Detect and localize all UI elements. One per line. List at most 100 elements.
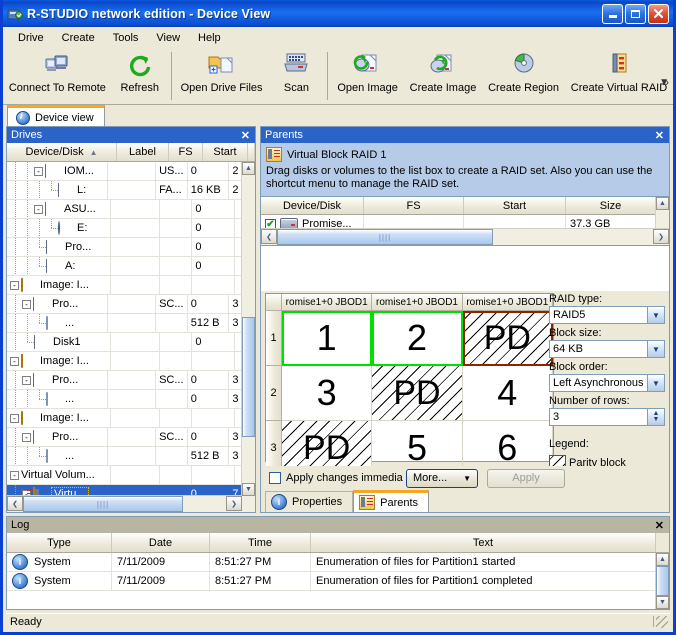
tab-device-view[interactable]: Device view: [7, 105, 105, 127]
table-row[interactable]: Disk10: [7, 333, 242, 352]
menu-drive[interactable]: Drive: [9, 30, 53, 46]
log-close-icon[interactable]: ✕: [653, 519, 666, 532]
column-size[interactable]: [248, 143, 255, 161]
connect-to-remote-button[interactable]: Connect To Remote: [3, 48, 112, 104]
drive-name-cell[interactable]: -Pro...: [7, 428, 108, 446]
drives-scroll-down-button[interactable]: ▼: [242, 483, 255, 496]
table-row[interactable]: -Image: I...: [7, 409, 242, 428]
tree-expander-icon[interactable]: -: [10, 281, 19, 290]
drives-scroll-right-button[interactable]: ❯: [226, 496, 242, 511]
parents-hscroll-track[interactable]: ||||: [277, 229, 653, 245]
drive-name-cell[interactable]: E:: [7, 219, 111, 237]
drive-name-cell[interactable]: ...: [7, 314, 108, 332]
drive-name-cell[interactable]: A:: [7, 257, 111, 275]
raid-grid-row-header[interactable]: 2: [266, 366, 282, 421]
tree-expander-icon[interactable]: -: [10, 357, 19, 366]
table-row[interactable]: ...512 B3: [7, 447, 242, 466]
drives-scroll-thumb[interactable]: [242, 317, 255, 437]
parents-column-start[interactable]: Start: [464, 197, 566, 214]
log-row[interactable]: iSystem7/11/20098:51:27 PMEnumeration of…: [7, 553, 656, 572]
tree-expander-icon[interactable]: -: [10, 471, 19, 480]
table-row[interactable]: A:0: [7, 257, 242, 276]
table-row[interactable]: -Pro...SC...03: [7, 428, 242, 447]
spinner-arrows-icon[interactable]: ▲ ▼: [647, 409, 664, 425]
table-row[interactable]: ...03: [7, 390, 242, 409]
drives-hscroll-thumb[interactable]: ||||: [23, 496, 183, 512]
more-button[interactable]: More... ▼: [406, 469, 478, 488]
raid-grid-column-header[interactable]: romise1+0 JBOD1: [282, 294, 372, 311]
apply-button[interactable]: Apply: [487, 469, 565, 488]
chevron-down-icon-3[interactable]: ▼: [647, 375, 664, 391]
table-row[interactable]: Pro...0: [7, 238, 242, 257]
raid-type-select[interactable]: RAID5 ▼: [549, 306, 665, 324]
column-start[interactable]: Start: [203, 143, 248, 161]
table-row[interactable]: -Pro...SC...03: [7, 371, 242, 390]
raid-grid-cell[interactable]: 1: [282, 311, 372, 366]
menu-help[interactable]: Help: [189, 30, 230, 46]
maximize-button[interactable]: [625, 4, 646, 24]
log-vertical-scrollbar[interactable]: ▲ ▼: [655, 553, 669, 609]
drive-name-cell[interactable]: ...: [7, 390, 108, 408]
table-row[interactable]: -Image: I...: [7, 352, 242, 371]
drive-name-cell[interactable]: -Image: I...: [7, 409, 111, 427]
create-image-button[interactable]: Create Image: [404, 48, 482, 104]
tree-expander-icon[interactable]: -: [22, 300, 31, 309]
drives-horizontal-scrollbar[interactable]: ❮ |||| ❯: [7, 495, 242, 512]
drive-name-cell[interactable]: ...: [7, 447, 108, 465]
tab-properties[interactable]: i Properties: [265, 491, 353, 512]
drive-name-cell[interactable]: -Pro...: [7, 371, 108, 389]
drive-name-cell[interactable]: Disk1: [7, 333, 111, 351]
apply-changes-immediately-checkbox[interactable]: [269, 472, 281, 484]
tree-expander-icon[interactable]: -: [22, 433, 31, 442]
tree-expander-icon[interactable]: -: [34, 205, 43, 214]
drive-name-cell[interactable]: -Pro...: [7, 295, 108, 313]
table-row[interactable]: -ASU...0: [7, 200, 242, 219]
raid-grid-cell[interactable]: 3: [282, 366, 372, 421]
menu-create[interactable]: Create: [53, 30, 104, 46]
parents-scroll-up-button[interactable]: ▲: [656, 197, 669, 210]
table-row[interactable]: -Image: I...: [7, 276, 242, 295]
drives-vertical-scrollbar[interactable]: ▲ ▼: [241, 162, 255, 496]
tree-expander-icon[interactable]: -: [10, 414, 19, 423]
log-scroll-thumb[interactable]: [656, 566, 669, 596]
log-scroll-down-button[interactable]: ▼: [656, 596, 669, 609]
menu-tools[interactable]: Tools: [104, 30, 148, 46]
table-row[interactable]: -IOM...US...02: [7, 162, 242, 181]
log-column-date[interactable]: Date: [112, 533, 210, 552]
toolbar-overflow-chevrons-icon[interactable]: »: [662, 75, 669, 89]
menu-view[interactable]: View: [147, 30, 189, 46]
number-of-rows-stepper[interactable]: 3 ▲ ▼: [549, 408, 665, 426]
drive-name-cell[interactable]: -ASU...: [7, 200, 111, 218]
tree-expander-icon[interactable]: -: [22, 376, 31, 385]
drive-name-cell[interactable]: -Virtual Volum...: [7, 466, 111, 484]
chevron-down-icon-2[interactable]: ▼: [647, 341, 664, 357]
log-column-text[interactable]: Text: [311, 533, 656, 552]
open-image-button[interactable]: Open Image: [331, 48, 403, 104]
drives-close-icon[interactable]: ✕: [239, 129, 252, 142]
raid-grid-cell[interactable]: 4: [463, 366, 553, 421]
raid-grid-column-header[interactable]: romise1+0 JBOD1: [372, 294, 462, 311]
column-fs[interactable]: FS: [169, 143, 203, 161]
scan-button[interactable]: Scan: [268, 48, 324, 104]
log-column-type[interactable]: Type: [7, 533, 112, 552]
table-row[interactable]: L:FA...16 KB2: [7, 181, 242, 200]
raid-grid-cell[interactable]: PD: [463, 311, 553, 366]
tab-parents[interactable]: Parents: [353, 490, 429, 512]
drive-name-cell[interactable]: -Image: I...: [7, 276, 111, 294]
block-size-select[interactable]: 64 KB ▼: [549, 340, 665, 358]
drives-scroll-up-button[interactable]: ▲: [242, 162, 255, 175]
log-row[interactable]: iSystem7/11/20098:51:27 PMEnumeration of…: [7, 572, 656, 591]
raid-grid-cell[interactable]: PD: [372, 366, 462, 421]
close-button[interactable]: [648, 4, 669, 24]
log-column-time[interactable]: Time: [210, 533, 311, 552]
resize-grip-icon[interactable]: [656, 616, 668, 628]
parents-column-device-disk[interactable]: Device/Disk: [261, 197, 364, 214]
refresh-button[interactable]: Refresh: [112, 48, 168, 104]
drives-hscroll-track[interactable]: ||||: [23, 496, 226, 512]
column-device-disk[interactable]: Device/Disk ▲: [7, 143, 117, 161]
parents-scroll-right-button[interactable]: ❯: [653, 229, 669, 244]
drive-name-cell[interactable]: Pro...: [7, 238, 111, 256]
parents-hscroll-thumb[interactable]: ||||: [277, 229, 493, 245]
number-of-rows-value[interactable]: 3: [553, 411, 559, 423]
drives-scroll-left-button[interactable]: ❮: [7, 496, 23, 511]
